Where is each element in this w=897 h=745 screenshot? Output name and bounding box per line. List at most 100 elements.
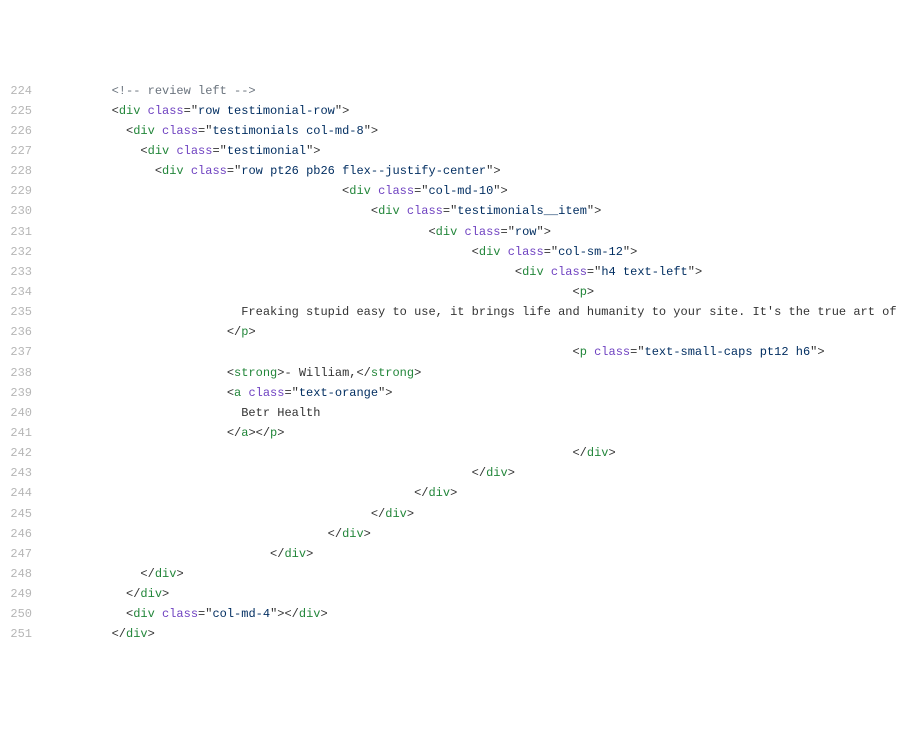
token-punct: > bbox=[501, 184, 508, 198]
token-text bbox=[544, 265, 551, 279]
token-punct: > bbox=[148, 627, 155, 641]
token-tag: div bbox=[385, 507, 407, 521]
token-attr-val: testimonial bbox=[227, 144, 306, 158]
line-number: 230 bbox=[0, 201, 32, 221]
line-number: 227 bbox=[0, 141, 32, 161]
code-line[interactable]: <div class="h4 text-left"> bbox=[54, 262, 897, 282]
token-punct: < bbox=[227, 386, 234, 400]
line-number: 235 bbox=[0, 302, 32, 322]
token-punct: < bbox=[371, 204, 378, 218]
token-punct: </ bbox=[126, 587, 140, 601]
token-punct: " bbox=[508, 225, 515, 239]
token-punct: > bbox=[248, 325, 255, 339]
code-line[interactable]: <div class="col-md-4"></div> bbox=[54, 604, 897, 624]
code-line[interactable]: </div> bbox=[54, 564, 897, 584]
token-punct: " bbox=[493, 184, 500, 198]
code-line[interactable]: <div class="col-md-10"> bbox=[54, 181, 897, 201]
token-tag: div bbox=[299, 607, 321, 621]
token-attr-name: class bbox=[162, 124, 198, 138]
code-line[interactable]: <div class="row pt26 pb26 flex--justify-… bbox=[54, 161, 897, 181]
line-number: 249 bbox=[0, 584, 32, 604]
line-number: 232 bbox=[0, 242, 32, 262]
code-line[interactable]: </div> bbox=[54, 544, 897, 564]
token-punct: < bbox=[428, 225, 435, 239]
token-punct: > bbox=[695, 265, 702, 279]
token-tag: div bbox=[133, 124, 155, 138]
token-text: Betr Health bbox=[241, 406, 320, 420]
code-line[interactable]: <p> bbox=[54, 282, 897, 302]
code-line[interactable]: </div> bbox=[54, 524, 897, 544]
token-punct: = bbox=[184, 104, 191, 118]
code-line[interactable]: <div class="testimonials col-md-8"> bbox=[54, 121, 897, 141]
token-punct: > bbox=[450, 486, 457, 500]
token-attr-name: class bbox=[407, 204, 443, 218]
code-line[interactable]: </div> bbox=[54, 463, 897, 483]
token-attr-name: class bbox=[248, 386, 284, 400]
code-line[interactable]: <strong>- William,</strong> bbox=[54, 363, 897, 383]
token-punct: < bbox=[472, 245, 479, 259]
token-punct: " bbox=[688, 265, 695, 279]
token-attr-name: class bbox=[162, 607, 198, 621]
token-punct: > bbox=[508, 466, 515, 480]
code-line[interactable]: </div> bbox=[54, 443, 897, 463]
line-number: 243 bbox=[0, 463, 32, 483]
code-line[interactable]: <div class="row testimonial-row"> bbox=[54, 101, 897, 121]
token-comment: <!-- review left --> bbox=[112, 84, 256, 98]
line-number: 240 bbox=[0, 403, 32, 423]
code-editor[interactable]: 2242252262272282292302312322332342352362… bbox=[0, 81, 897, 645]
token-punct: > bbox=[414, 366, 421, 380]
code-line[interactable]: <div class="col-sm-12"> bbox=[54, 242, 897, 262]
token-punct: > bbox=[320, 607, 327, 621]
token-punct: " bbox=[292, 386, 299, 400]
token-tag: div bbox=[342, 527, 364, 541]
line-number: 226 bbox=[0, 121, 32, 141]
line-number: 241 bbox=[0, 423, 32, 443]
code-area[interactable]: <!-- review left --> <div class="row tes… bbox=[48, 81, 897, 645]
token-text bbox=[371, 184, 378, 198]
code-line[interactable]: <div class="row"> bbox=[54, 222, 897, 242]
code-line[interactable]: <div class="testimonial"> bbox=[54, 141, 897, 161]
token-punct: </ bbox=[270, 547, 284, 561]
token-tag: div bbox=[155, 567, 177, 581]
code-line[interactable]: <!-- review left --> bbox=[54, 81, 897, 101]
line-number: 242 bbox=[0, 443, 32, 463]
token-text bbox=[400, 204, 407, 218]
token-attr-val: col-md-4 bbox=[212, 607, 270, 621]
token-tag: div bbox=[119, 104, 141, 118]
line-number: 248 bbox=[0, 564, 32, 584]
token-punct: = bbox=[544, 245, 551, 259]
code-line[interactable]: <div class="testimonials__item"> bbox=[54, 201, 897, 221]
token-punct: </ bbox=[227, 426, 241, 440]
token-attr-val: text-small-caps pt12 h6 bbox=[645, 345, 811, 359]
line-number: 245 bbox=[0, 504, 32, 524]
token-tag: div bbox=[587, 446, 609, 460]
token-text bbox=[587, 345, 594, 359]
token-punct: > bbox=[544, 225, 551, 239]
code-line[interactable]: Freaking stupid easy to use, it brings l… bbox=[54, 302, 897, 322]
token-punct: < bbox=[112, 104, 119, 118]
line-number: 239 bbox=[0, 383, 32, 403]
code-line[interactable]: </a></p> bbox=[54, 423, 897, 443]
token-punct: < bbox=[572, 345, 579, 359]
token-tag: div bbox=[284, 547, 306, 561]
code-line[interactable]: </p> bbox=[54, 322, 897, 342]
token-attr-name: class bbox=[378, 184, 414, 198]
line-number: 247 bbox=[0, 544, 32, 564]
token-punct: = bbox=[284, 386, 291, 400]
code-line[interactable]: <a class="text-orange"> bbox=[54, 383, 897, 403]
token-punct: > bbox=[630, 245, 637, 259]
token-punct: < bbox=[515, 265, 522, 279]
code-line[interactable]: <p class="text-small-caps pt12 h6"> bbox=[54, 342, 897, 362]
token-punct: </ bbox=[284, 607, 298, 621]
code-line[interactable]: Betr Health bbox=[54, 403, 897, 423]
token-punct: </ bbox=[371, 507, 385, 521]
line-number: 234 bbox=[0, 282, 32, 302]
code-line[interactable]: </div> bbox=[54, 584, 897, 604]
token-punct: = bbox=[212, 144, 219, 158]
token-punct: </ bbox=[112, 627, 126, 641]
line-number: 236 bbox=[0, 322, 32, 342]
code-line[interactable]: </div> bbox=[54, 624, 897, 644]
token-attr-name: class bbox=[176, 144, 212, 158]
code-line[interactable]: </div> bbox=[54, 483, 897, 503]
code-line[interactable]: </div> bbox=[54, 504, 897, 524]
